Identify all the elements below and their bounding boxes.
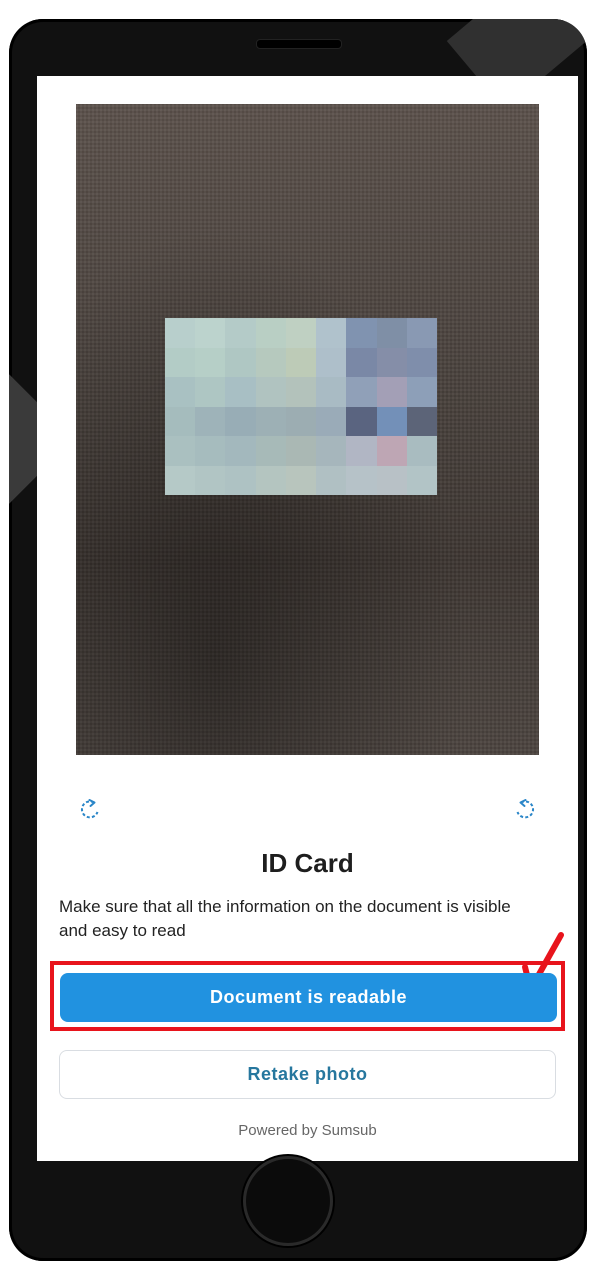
card-pixel: [285, 347, 317, 377]
card-pixel: [406, 377, 437, 407]
card-pixel: [225, 377, 256, 407]
card-pixel: [165, 436, 196, 466]
card-pixel: [285, 465, 317, 495]
card-pixel: [255, 377, 286, 407]
card-pixel: [376, 318, 407, 348]
card-pixel: [406, 465, 437, 495]
rotate-right-button[interactable]: [510, 795, 540, 825]
phone-speaker: [256, 39, 342, 49]
card-pixel: [165, 377, 196, 407]
card-pixel: [225, 436, 256, 466]
rotate-counterclockwise-icon: [80, 799, 99, 819]
app-screen: ID Card Make sure that all the informati…: [37, 76, 578, 1161]
card-pixel: [225, 465, 256, 495]
card-pixel: [225, 347, 256, 377]
powered-by-footer: Powered by Sumsub: [238, 1122, 377, 1139]
phone-frame: ID Card Make sure that all the informati…: [9, 19, 587, 1261]
card-pixel: [346, 436, 377, 466]
card-pixel: [255, 347, 286, 377]
card-pixel: [376, 465, 407, 495]
card-pixel: [255, 318, 286, 348]
rotate-left-button[interactable]: [75, 795, 105, 825]
card-pixel: [195, 436, 226, 466]
card-pixel: [316, 347, 347, 377]
card-pixel: [165, 318, 196, 348]
document-readable-button[interactable]: Document is readable: [60, 973, 557, 1022]
card-pixel: [376, 347, 407, 377]
retake-photo-button[interactable]: Retake photo: [59, 1050, 556, 1099]
card-pixel: [255, 465, 286, 495]
rotate-clockwise-icon: [516, 799, 535, 819]
document-instructions: Make sure that all the information on th…: [59, 897, 511, 940]
card-pixel: [195, 318, 226, 348]
document-photo: [76, 104, 539, 755]
card-pixel: [316, 377, 347, 407]
card-pixel: [346, 406, 377, 436]
card-pixel: [376, 436, 407, 466]
card-pixel: [255, 406, 286, 436]
card-pixel: [346, 347, 377, 377]
card-pixel: [316, 465, 347, 495]
card-pixel: [316, 436, 347, 466]
card-pixel: [376, 377, 407, 407]
card-pixel: [255, 436, 286, 466]
card-pixel: [195, 406, 226, 436]
card-pixel: [225, 406, 256, 436]
card-pixel: [316, 318, 347, 348]
card-pixel: [285, 318, 317, 348]
card-pixel: [285, 436, 317, 466]
card-pixel: [285, 377, 317, 407]
card-pixel: [406, 406, 437, 436]
card-pixel: [346, 377, 377, 407]
card-pixel: [406, 347, 437, 377]
card-pixel: [225, 318, 256, 348]
card-pixel: [406, 318, 437, 348]
card-pixel: [346, 318, 377, 348]
card-pixel: [376, 406, 407, 436]
card-pixel: [285, 406, 317, 436]
card-pixel: [165, 465, 196, 495]
card-pixel: [165, 347, 196, 377]
card-pixel: [195, 465, 226, 495]
id-card-image-pixelated: [165, 318, 437, 495]
card-pixel: [165, 406, 196, 436]
card-pixel: [406, 436, 437, 466]
card-pixel: [195, 347, 226, 377]
card-pixel: [346, 465, 377, 495]
home-button[interactable]: [243, 1156, 333, 1246]
card-pixel: [316, 406, 347, 436]
document-title: ID Card: [261, 848, 354, 878]
card-pixel: [195, 377, 226, 407]
